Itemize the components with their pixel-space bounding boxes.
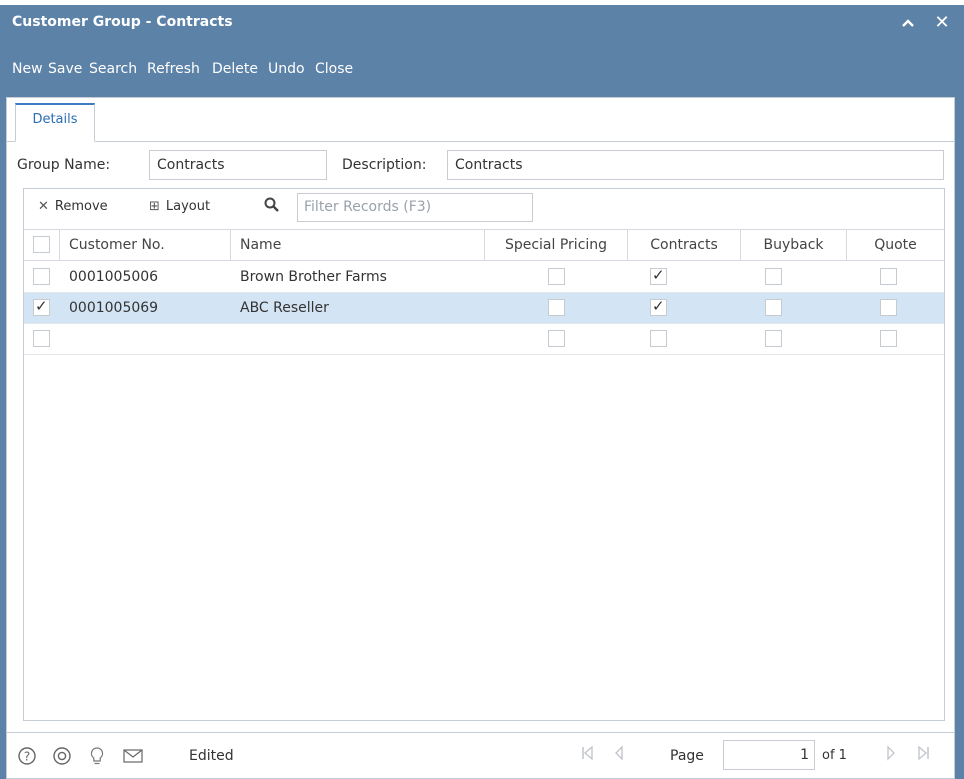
- svg-text:?: ?: [24, 750, 30, 764]
- contracts-checkbox[interactable]: [650, 330, 667, 347]
- undo-button[interactable]: Undo: [268, 57, 305, 81]
- main-toolbar: New Save Search Refresh Delete Undo Clos…: [0, 57, 964, 81]
- customer-group-window: Customer Group - Contracts ✕ New Save Se…: [0, 5, 964, 779]
- buyback-checkbox[interactable]: [765, 268, 782, 285]
- chevron-up-icon: [902, 19, 914, 27]
- status-text: Edited: [189, 748, 234, 764]
- special-pricing-checkbox[interactable]: [548, 330, 565, 347]
- customers-grid: ✕ Remove ⊞ Layout Filter Records (F3) Cust…: [23, 188, 945, 721]
- row-select-checkbox[interactable]: [33, 330, 50, 347]
- layout-label: Layout: [165, 199, 211, 214]
- customer-no-cell: 0001005069: [69, 300, 159, 316]
- mail-icon[interactable]: [122, 746, 144, 766]
- row-select-checkbox[interactable]: [33, 268, 50, 285]
- tab-strip: Details: [7, 98, 954, 142]
- quote-checkbox[interactable]: [880, 299, 897, 316]
- name-cell: ABC Reseller: [240, 300, 329, 316]
- window-title: Customer Group - Contracts: [12, 14, 233, 30]
- next-page-icon[interactable]: [885, 745, 897, 761]
- status-bar: ? Edited Page 1 of 1: [7, 732, 954, 778]
- first-page-icon[interactable]: [580, 745, 594, 761]
- grid-layout-icon: ⊞: [149, 199, 160, 214]
- remove-button[interactable]: ✕ Remove: [38, 199, 108, 214]
- row-select-checkbox[interactable]: [33, 297, 50, 316]
- page-label: Page: [670, 748, 704, 764]
- close-icon: ✕: [934, 12, 950, 33]
- quote-checkbox[interactable]: [880, 268, 897, 285]
- group-form: Group Name: Contracts Description: Contr…: [7, 148, 954, 182]
- column-header-special-pricing[interactable]: Special Pricing: [485, 230, 628, 260]
- page-number-input[interactable]: 1: [723, 740, 815, 770]
- buyback-checkbox[interactable]: [765, 299, 782, 316]
- filter-records-input[interactable]: Filter Records (F3): [297, 193, 533, 222]
- description-label: Description:: [342, 157, 427, 173]
- search-icon[interactable]: [264, 197, 280, 213]
- search-button[interactable]: Search: [89, 57, 137, 81]
- close-window-button[interactable]: ✕: [930, 11, 954, 35]
- column-header-name[interactable]: Name: [231, 230, 485, 260]
- table-row[interactable]: 0001005006 Brown Brother Farms: [24, 262, 944, 293]
- page-count: of 1: [822, 748, 847, 763]
- special-pricing-checkbox[interactable]: [548, 299, 565, 316]
- select-all-checkbox[interactable]: [33, 236, 50, 253]
- close-button[interactable]: Close: [315, 57, 353, 81]
- help-icon[interactable]: ?: [17, 746, 37, 766]
- refresh-button[interactable]: Refresh: [147, 57, 200, 81]
- delete-button[interactable]: Delete: [212, 57, 258, 81]
- group-name-field[interactable]: Contracts: [149, 150, 327, 180]
- new-button[interactable]: New: [12, 57, 43, 81]
- grid-header: Customer No. Name Special Pricing Contra…: [24, 229, 944, 261]
- column-header-contracts[interactable]: Contracts: [628, 230, 741, 260]
- contracts-checkbox[interactable]: [650, 266, 667, 285]
- description-field[interactable]: Contracts: [447, 150, 944, 180]
- layout-button[interactable]: ⊞ Layout: [149, 199, 210, 214]
- lightbulb-icon[interactable]: [89, 746, 105, 766]
- details-panel: Details Group Name: Contracts Descriptio…: [6, 97, 955, 779]
- contracts-checkbox[interactable]: [650, 297, 667, 316]
- collapse-window-button[interactable]: [896, 11, 920, 35]
- support-icon[interactable]: [52, 746, 72, 766]
- group-name-label: Group Name:: [17, 157, 111, 173]
- close-icon: ✕: [38, 199, 49, 214]
- select-all-cell: [24, 230, 60, 260]
- column-header-quote[interactable]: Quote: [847, 230, 944, 260]
- buyback-checkbox[interactable]: [765, 330, 782, 347]
- name-cell: Brown Brother Farms: [240, 269, 387, 285]
- grid-toolbar: ✕ Remove ⊞ Layout Filter Records (F3): [24, 189, 944, 225]
- column-header-customer-no[interactable]: Customer No.: [60, 230, 231, 260]
- customer-no-cell: 0001005006: [69, 269, 159, 285]
- remove-label: Remove: [54, 199, 108, 214]
- previous-page-icon[interactable]: [613, 745, 625, 761]
- last-page-icon[interactable]: [917, 745, 931, 761]
- tab-details[interactable]: Details: [15, 103, 95, 142]
- title-bar: Customer Group - Contracts ✕: [0, 5, 964, 41]
- column-header-buyback[interactable]: Buyback: [741, 230, 847, 260]
- table-row[interactable]: 0001005069 ABC Reseller: [24, 293, 944, 324]
- quote-checkbox[interactable]: [880, 330, 897, 347]
- table-row[interactable]: [24, 324, 944, 355]
- save-button[interactable]: Save: [48, 57, 82, 81]
- special-pricing-checkbox[interactable]: [548, 268, 565, 285]
